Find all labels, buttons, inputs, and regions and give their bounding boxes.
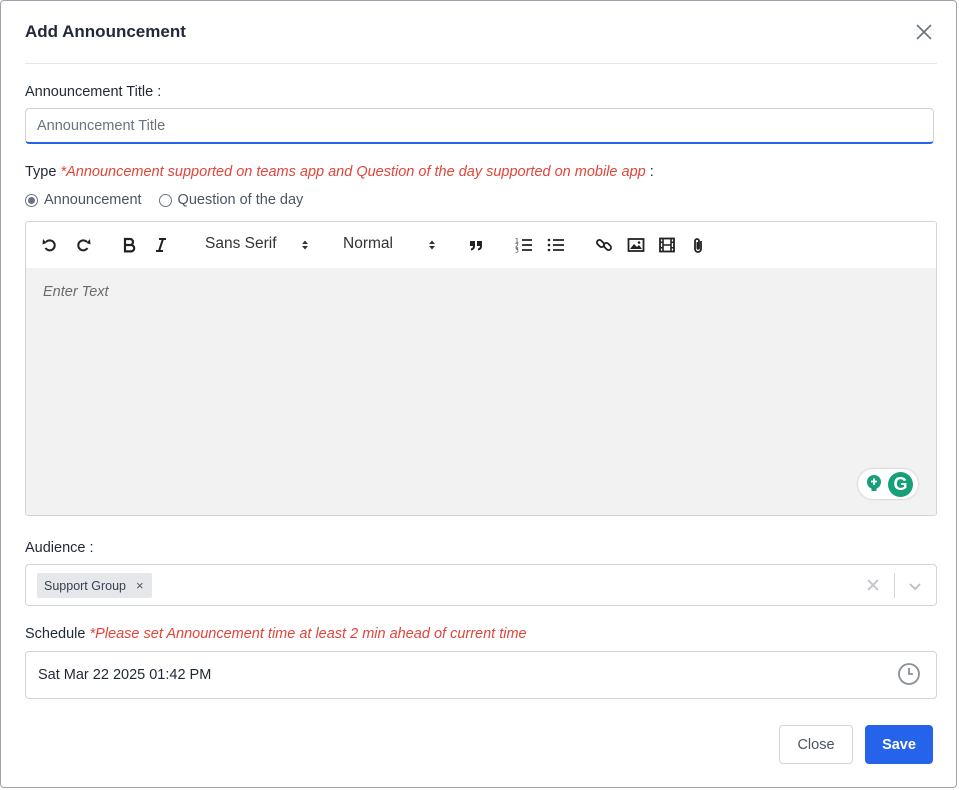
- select-separator: [894, 573, 895, 598]
- type-label: Type: [25, 164, 57, 180]
- editor-content-area[interactable]: Enter Text G: [26, 268, 936, 515]
- radio-question-label: Question of the day: [177, 192, 304, 208]
- italic-icon[interactable]: [152, 236, 170, 254]
- audience-select[interactable]: Support Group ×: [25, 564, 937, 606]
- redo-icon[interactable]: [74, 236, 92, 254]
- schedule-label: Schedule: [25, 626, 86, 642]
- schedule-value: Sat Mar 22 2025 01:42 PM: [38, 667, 212, 683]
- lightbulb-icon[interactable]: [865, 474, 883, 494]
- link-icon[interactable]: [595, 236, 613, 254]
- editor-placeholder: Enter Text: [43, 284, 109, 300]
- schedule-note: *Please set Announcement time at least 2…: [89, 626, 527, 642]
- schedule-datetime-input[interactable]: Sat Mar 22 2025 01:42 PM: [25, 651, 937, 699]
- editor-toolbar: Sans Serif Normal 123: [26, 222, 936, 269]
- bullet-list-icon[interactable]: [547, 236, 565, 254]
- type-note: *Announcement supported on teams app and…: [60, 164, 646, 180]
- font-family-picker[interactable]: Sans Serif: [205, 235, 277, 253]
- font-picker-arrows-icon[interactable]: [301, 239, 309, 251]
- type-colon: :: [649, 164, 654, 180]
- ordered-list-icon[interactable]: 123: [515, 236, 533, 254]
- add-announcement-modal: Add Announcement Announcement Title : Ty…: [0, 0, 957, 788]
- modal-header: Add Announcement: [25, 1, 937, 64]
- modal-title: Add Announcement: [25, 22, 186, 41]
- clear-selection-icon[interactable]: [866, 578, 880, 592]
- chip-remove-icon[interactable]: ×: [136, 578, 144, 593]
- image-icon[interactable]: [627, 236, 645, 254]
- audience-chip: Support Group ×: [37, 573, 152, 598]
- grammarly-logo[interactable]: G: [888, 472, 913, 497]
- close-button[interactable]: Close: [779, 725, 853, 764]
- video-icon[interactable]: [658, 236, 676, 254]
- audience-chip-label: Support Group: [44, 578, 126, 593]
- rich-text-editor: Sans Serif Normal 123 Enter Text G: [25, 221, 937, 516]
- save-button[interactable]: Save: [865, 725, 933, 764]
- paperclip-icon[interactable]: [690, 236, 708, 254]
- radio-announcement-label: Announcement: [44, 192, 142, 208]
- bold-icon[interactable]: [120, 236, 138, 254]
- radio-announcement[interactable]: Announcement: [25, 192, 142, 208]
- chevron-down-icon[interactable]: [907, 578, 923, 594]
- undo-icon[interactable]: [41, 236, 59, 254]
- radio-question-of-the-day[interactable]: Question of the day: [158, 192, 304, 208]
- clock-icon[interactable]: [897, 662, 921, 686]
- schedule-label-row: Schedule *Please set Announcement time a…: [25, 626, 527, 642]
- blockquote-icon[interactable]: [467, 236, 485, 254]
- font-size-picker[interactable]: Normal: [343, 235, 393, 253]
- close-icon[interactable]: [915, 23, 933, 41]
- announcement-title-label: Announcement Title :: [25, 84, 162, 100]
- radio-announcement-circle[interactable]: [25, 193, 38, 207]
- grammarly-widget[interactable]: G: [858, 469, 918, 499]
- svg-text:3: 3: [515, 248, 519, 255]
- type-label-row: Type *Announcement supported on teams ap…: [25, 164, 654, 180]
- audience-label: Audience :: [25, 540, 94, 556]
- announcement-title-input[interactable]: [25, 108, 934, 144]
- type-radio-group: Announcement Question of the day: [25, 192, 320, 208]
- size-picker-arrows-icon[interactable]: [428, 239, 436, 251]
- radio-question-circle[interactable]: [158, 193, 172, 207]
